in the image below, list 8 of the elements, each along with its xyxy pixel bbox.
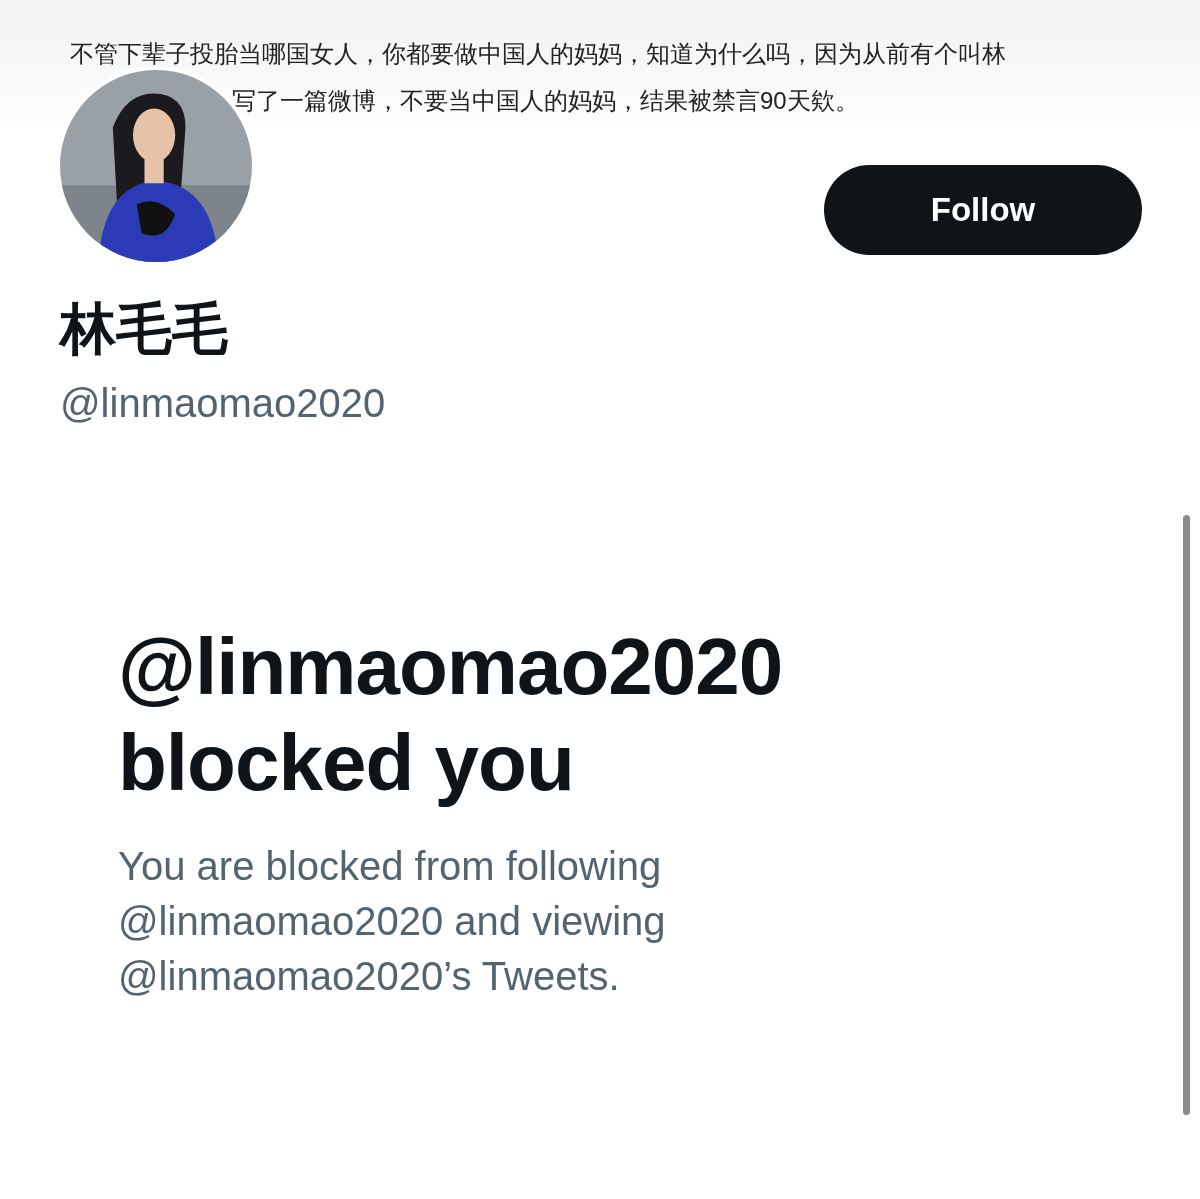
banner-text: 写了一篇微博，不要当中国人的妈妈，结果被禁言90天欸。 [231, 86, 860, 116]
banner-text: 不管下辈子投胎当哪国女人，你都要做中国人的妈妈，知道为什么吗，因为从前有个叫林 [70, 39, 1007, 69]
scrollbar[interactable] [1183, 515, 1190, 1115]
follow-button[interactable]: Follow [824, 165, 1142, 255]
blocked-heading: @linmaomao2020 blocked you [118, 621, 784, 809]
display-name: 林毛毛 [60, 301, 229, 357]
username: @linmaomao2020 [60, 380, 387, 427]
blocked-message: You are blocked from following @linmaomao2020 and viewing @linmaomao2020’s Tweets. [118, 843, 667, 1000]
